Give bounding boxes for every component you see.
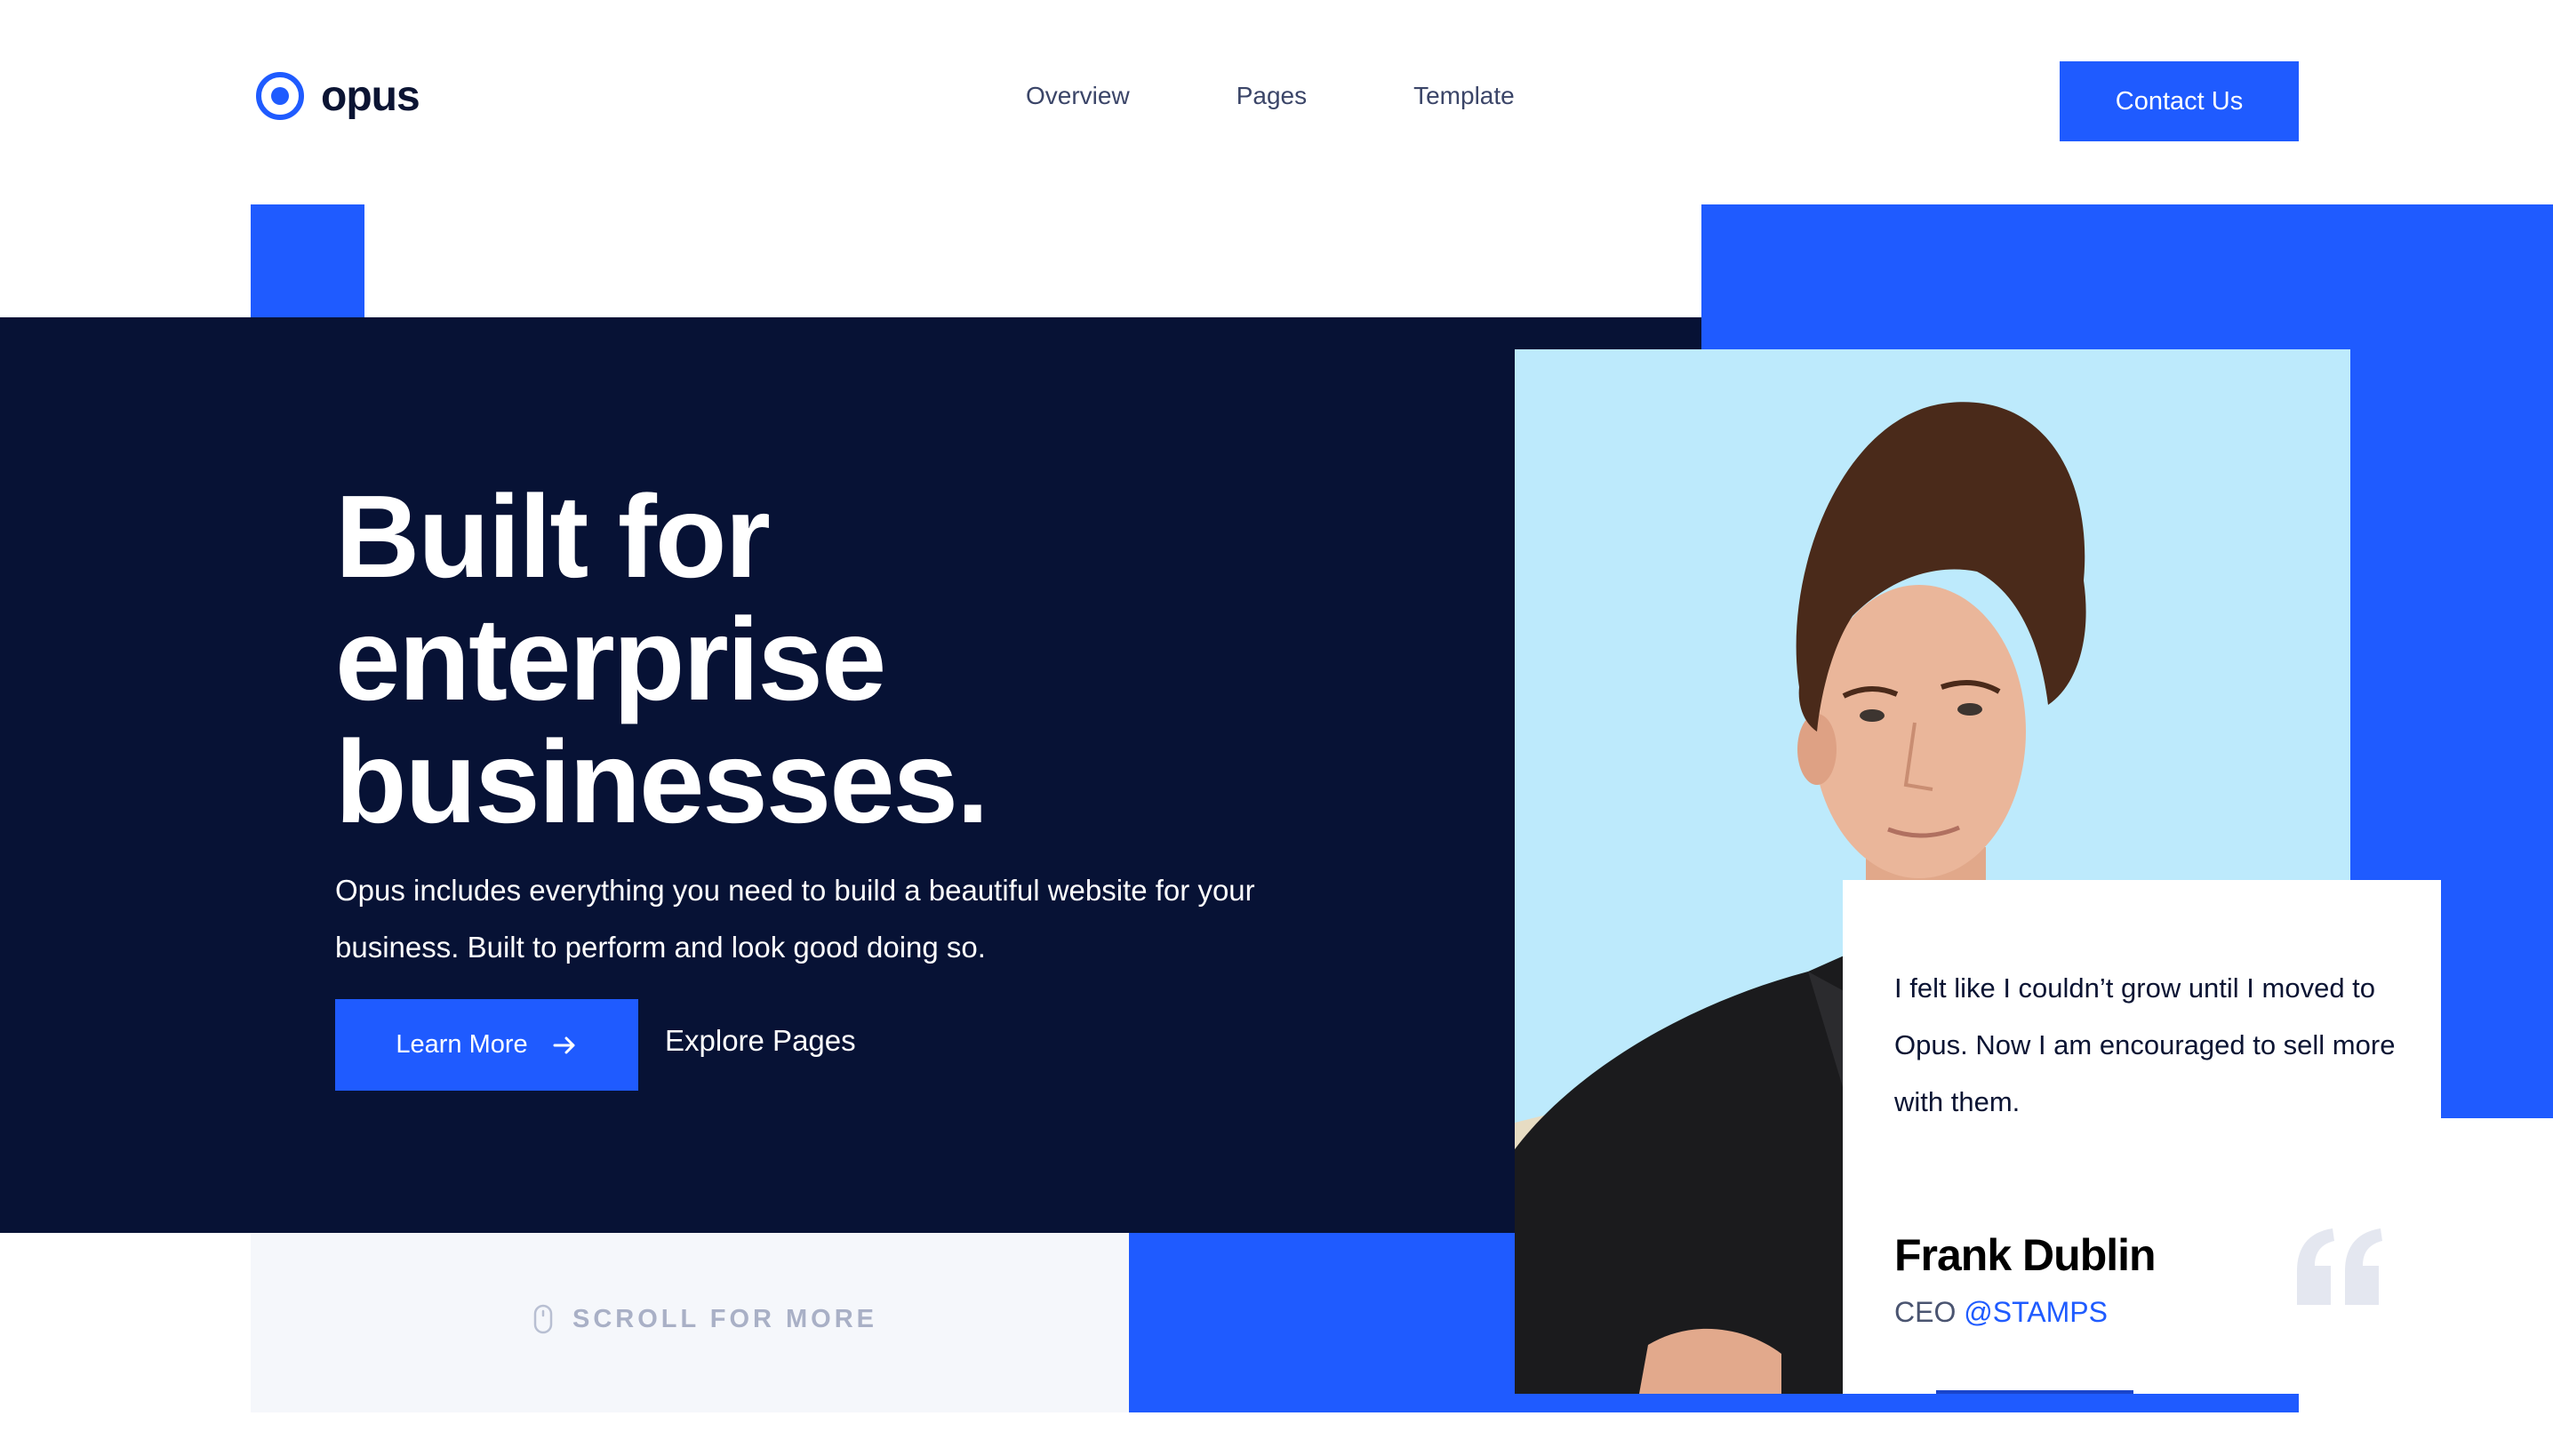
scroll-hint[interactable]: SCROLL FOR MORE (533, 1304, 877, 1334)
arrow-right-icon (553, 1036, 575, 1053)
nav-template[interactable]: Template (1413, 82, 1515, 110)
testimonial-handle[interactable]: @STAMPS (1964, 1296, 2108, 1328)
brand-name: opus (321, 72, 420, 120)
logo-ring-icon (256, 72, 304, 120)
contact-us-button[interactable]: Contact Us (2060, 61, 2299, 141)
explore-pages-link[interactable]: Explore Pages (665, 1024, 856, 1058)
learn-more-button[interactable]: Learn More (335, 999, 638, 1091)
hero-title-line-1: Built for (335, 471, 771, 602)
hero-subtitle: Opus includes everything you need to bui… (335, 874, 1255, 964)
hero-title: Built for enterprise businesses. (335, 476, 1135, 844)
testimonial-role: CEO @STAMPS (1894, 1296, 2108, 1329)
nav-overview[interactable]: Overview (1026, 82, 1130, 110)
learn-more-label: Learn More (396, 1030, 528, 1059)
main-nav: Overview Pages Template (1026, 82, 1515, 110)
testimonial-name: Frank Dublin (1894, 1230, 2157, 1280)
scroll-hint-label: SCROLL FOR MORE (572, 1304, 878, 1333)
testimonial-quote: I felt like I couldn’t grow until I move… (1894, 972, 2396, 1117)
decor-blue-square (251, 204, 364, 318)
testimonial-title: CEO (1894, 1296, 1957, 1328)
nav-pages[interactable]: Pages (1236, 82, 1307, 110)
mouse-icon (533, 1304, 553, 1334)
brand-logo[interactable]: opus (255, 71, 420, 121)
hero-title-line-2: enterprise (335, 594, 886, 724)
card-accent-bar (1936, 1390, 2133, 1394)
hero-title-line-3: businesses. (335, 716, 989, 847)
quote-mark-icon (2297, 1228, 2382, 1305)
